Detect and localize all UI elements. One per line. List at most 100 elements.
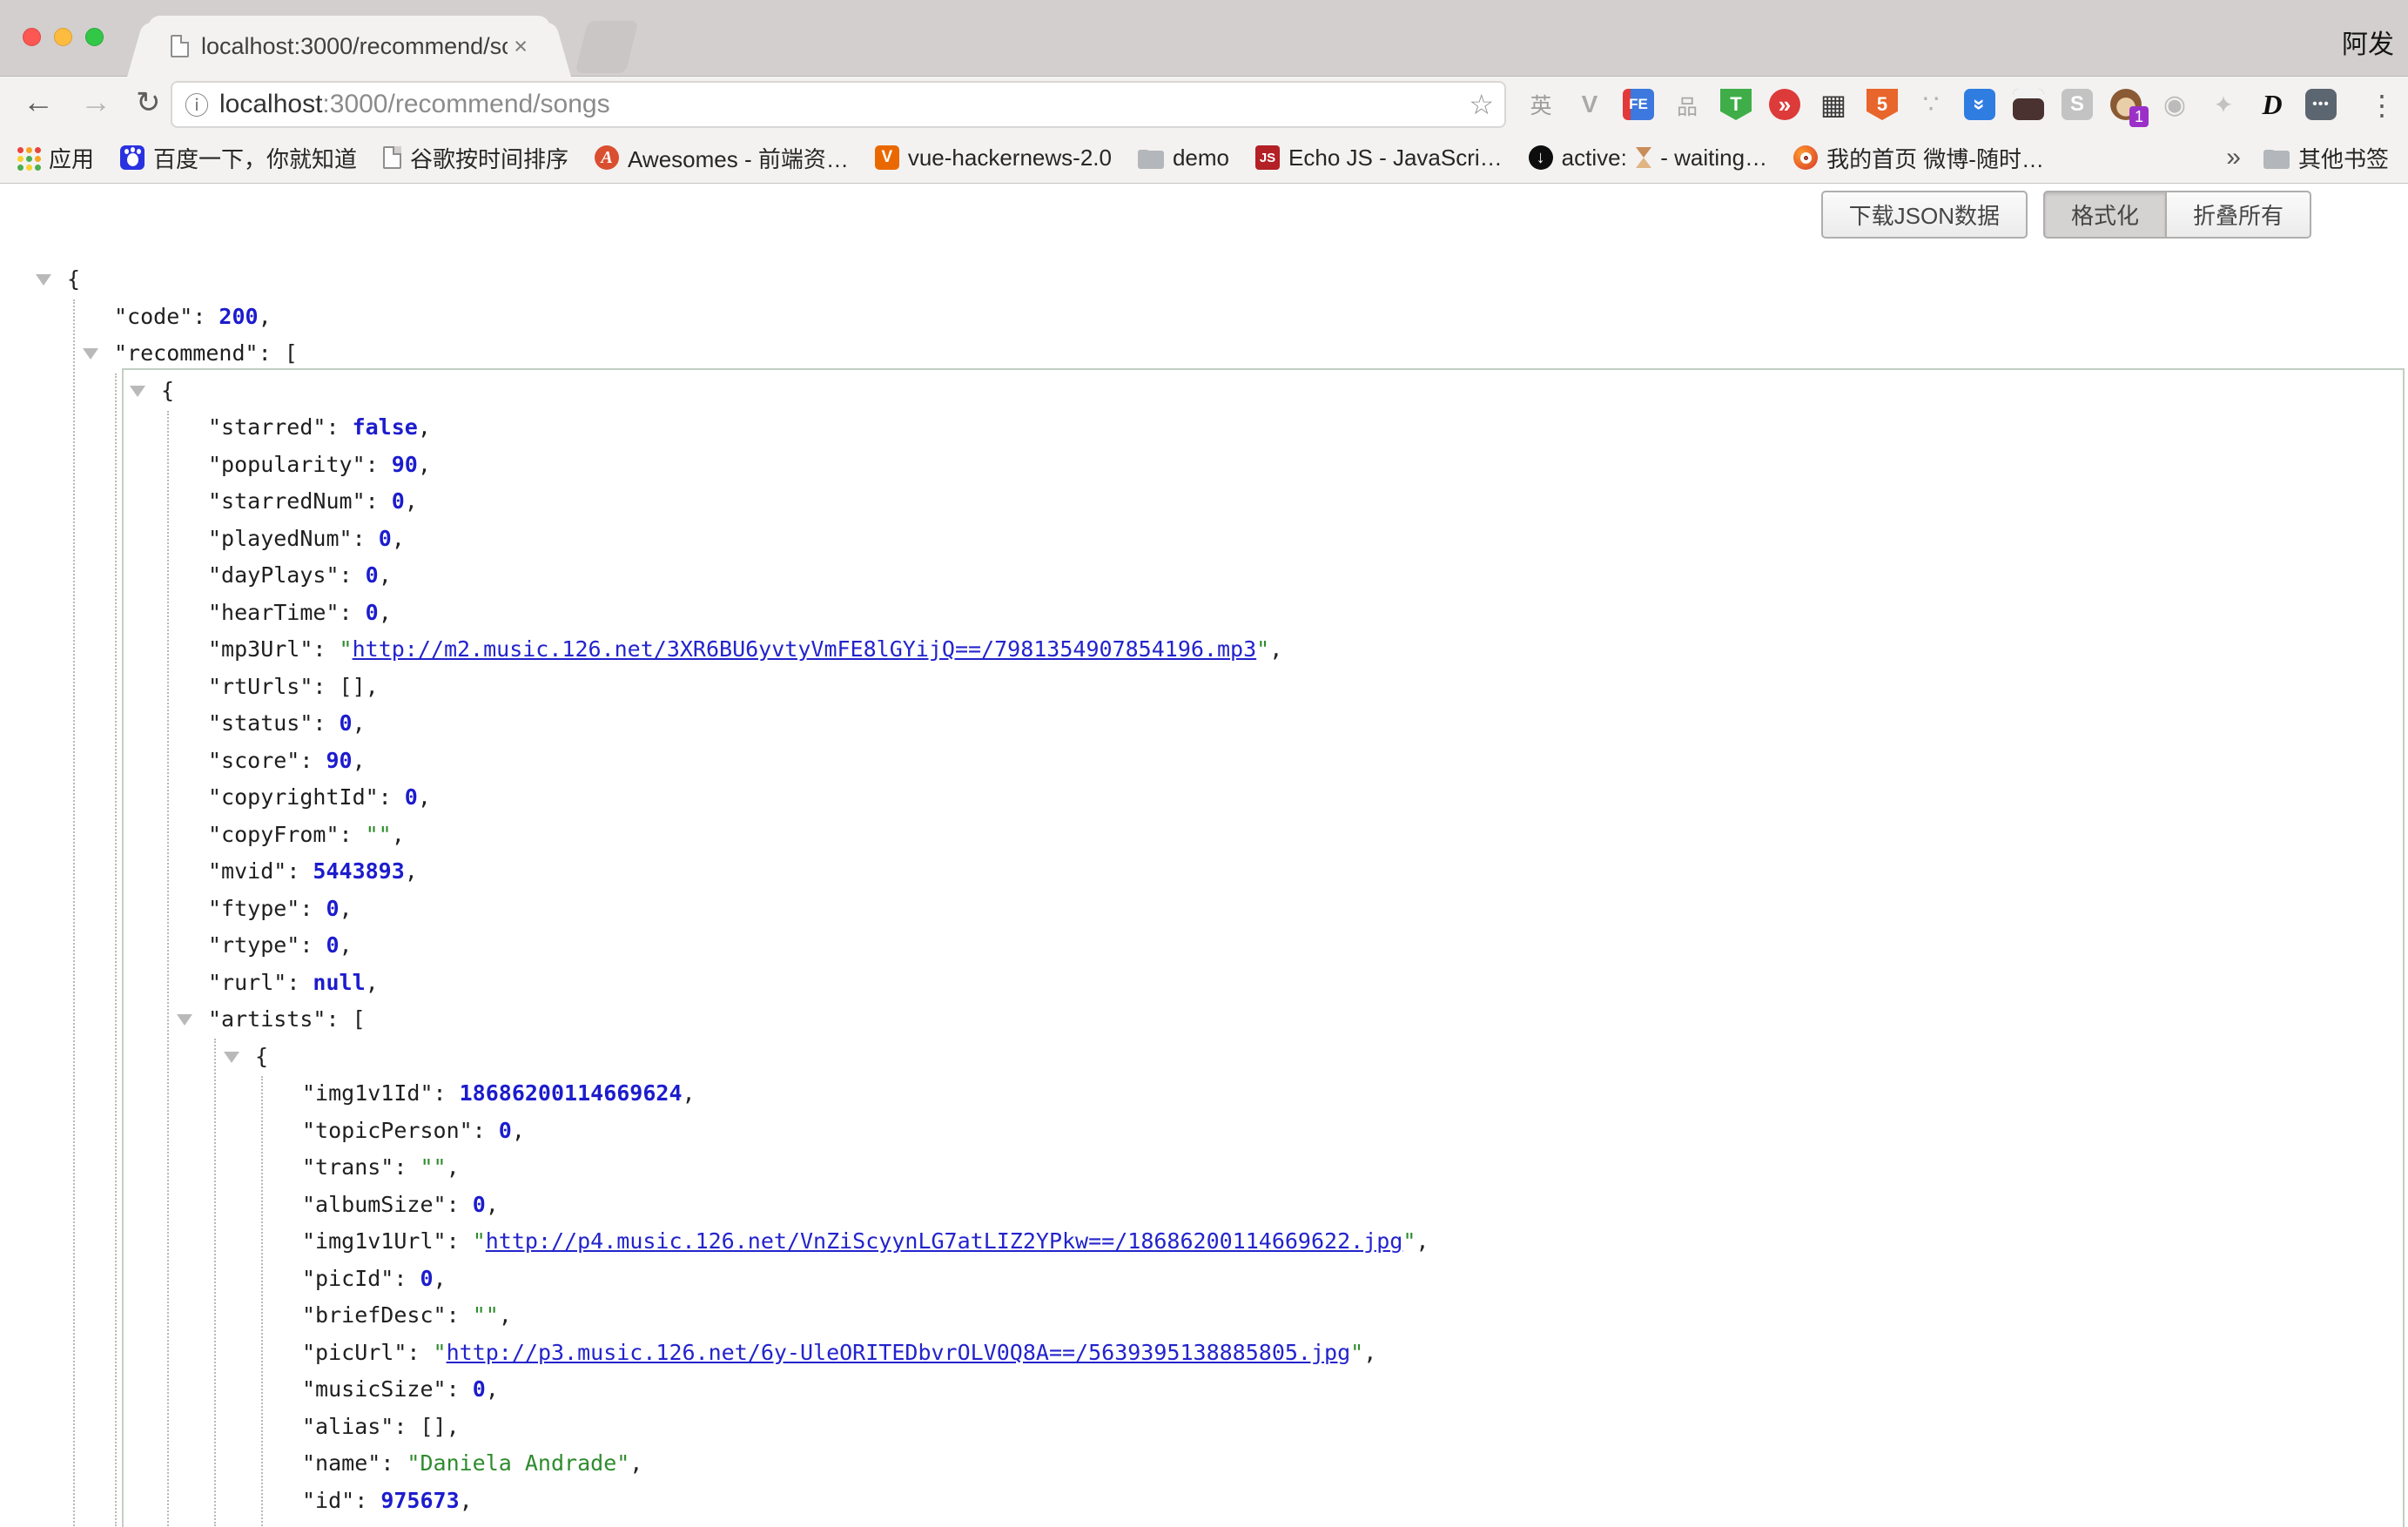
download-json-button[interactable]: 下载JSON数据 — [1821, 191, 2028, 239]
json-token: : — [393, 1154, 420, 1180]
collapse-toggle-icon[interactable] — [177, 1014, 192, 1026]
vue-extension-icon[interactable]: V — [1574, 89, 1605, 120]
js-icon: JS — [1255, 145, 1280, 170]
qrcode-extension-icon[interactable]: ▦ — [1818, 89, 1849, 120]
collapse-toggle-icon[interactable] — [224, 1052, 239, 1063]
vimium-extension-icon[interactable]: » — [1964, 89, 1995, 120]
html5-player-extension-icon[interactable]: 5 — [1867, 89, 1898, 120]
new-tab-button[interactable] — [575, 21, 639, 73]
json-line: "dayPlays": 0, — [0, 557, 2408, 595]
bookmark-apps[interactable]: 应用 — [16, 142, 94, 174]
json-token: : — [313, 636, 339, 662]
json-token: null — [313, 970, 365, 995]
json-token: " — [1256, 636, 1269, 662]
json-token: : — [407, 1340, 433, 1365]
collapse-toggle-icon[interactable] — [36, 274, 51, 286]
json-token: " — [1402, 1228, 1416, 1254]
bookmark-vue-hackernews[interactable]: Vvue-hackernews-2.0 — [875, 145, 1112, 172]
json-token: "" — [473, 1302, 499, 1328]
json-token: " — [340, 636, 353, 662]
json-token: : — [286, 970, 313, 995]
other-bookmarks-folder[interactable]: 其他书签 — [2263, 142, 2389, 174]
json-token: , — [392, 822, 405, 847]
json-token: , — [683, 1080, 696, 1106]
json-token: , — [512, 1118, 525, 1143]
json-line: "playedNum": 0, — [0, 521, 2408, 558]
json-token: : — [354, 1488, 380, 1513]
collapse-toggle-icon[interactable] — [130, 386, 145, 397]
json-line: "artists": [ — [0, 1001, 2408, 1039]
format-button[interactable]: 格式化 — [2043, 191, 2167, 239]
green-shield-extension-icon[interactable]: T — [1720, 89, 1752, 120]
json-token: "hearTime" — [208, 600, 340, 625]
bookmark-star-icon[interactable]: ☆ — [1469, 88, 1494, 121]
paw-extension-icon[interactable]: ∵ — [1915, 89, 1947, 120]
s-extension-icon[interactable]: S — [2062, 89, 2093, 120]
json-token: : — [353, 526, 379, 551]
json-token: , — [418, 414, 431, 440]
tab-close-icon[interactable]: × — [514, 35, 528, 58]
json-token: , — [1416, 1228, 1429, 1254]
collapse-all-button[interactable]: 折叠所有 — [2167, 191, 2311, 239]
json-token: 90 — [326, 748, 352, 773]
json-token: , — [460, 1488, 473, 1513]
hummingbird-extension-icon[interactable]: ✦ — [2208, 89, 2239, 120]
bookmarks-overflow-chevron[interactable]: » — [2226, 143, 2241, 172]
reload-icon[interactable]: ↻ — [136, 85, 161, 120]
json-link[interactable]: http://m2.music.126.net/3XR6BU6yvtyVmFE8… — [353, 636, 1257, 662]
window-close-button[interactable] — [23, 28, 41, 46]
onetab-extension-icon[interactable]: ••• — [2305, 89, 2337, 120]
address-bar[interactable]: ⓘ localhost:3000/recommend/songs ☆ — [171, 81, 1506, 128]
json-token: , — [418, 452, 431, 477]
json-token: "img1v1Id" — [302, 1080, 434, 1106]
url-path: :3000/recommend/songs — [322, 90, 609, 118]
proxy-mask-extension-icon[interactable] — [2013, 89, 2044, 120]
json-token: , — [340, 896, 353, 921]
baidu-icon — [120, 145, 145, 170]
profile-name[interactable]: 阿发 — [2342, 23, 2394, 61]
bookmark-weibo-home[interactable]: 我的首页 微博-随时… — [1793, 142, 2044, 174]
window-minimize-button[interactable] — [54, 28, 72, 46]
window-zoom-button[interactable] — [85, 28, 104, 46]
bookmark-google-time-sort[interactable]: 谷歌按时间排序 — [383, 142, 568, 174]
back-icon[interactable]: ← — [23, 84, 54, 120]
bookmark-echojs[interactable]: JSEcho JS - JavaScri… — [1255, 145, 1503, 172]
sitemap-extension-icon[interactable]: 品 — [1671, 89, 1703, 120]
weibo-eye-extension-icon[interactable]: ◉ — [2159, 89, 2190, 120]
video-speed-extension-icon[interactable]: » — [1769, 89, 1800, 120]
json-line: "code": 200, — [0, 299, 2408, 336]
bookmark-baidu[interactable]: 百度一下，你就知道 — [120, 142, 357, 174]
site-info-icon[interactable]: ⓘ — [185, 87, 209, 122]
json-token: "status" — [208, 710, 313, 736]
json-token: , — [486, 1192, 499, 1217]
bookmark-demo-folder[interactable]: demo — [1138, 145, 1229, 172]
json-token: "img1v1Url" — [302, 1228, 447, 1254]
json-token: 0 — [326, 896, 339, 921]
json-line: { — [0, 373, 2408, 410]
json-line: "trans": "", — [0, 1149, 2408, 1187]
bookmarks-bar: 应用百度一下，你就知道谷歌按时间排序 AAwesomes - 前端资… Vvue-h… — [0, 132, 2408, 184]
bookmark-awesomes[interactable]: AAwesomes - 前端资… — [595, 142, 849, 174]
json-link[interactable]: http://p3.music.126.net/6y-UleORITEDbvrO… — [447, 1340, 1351, 1365]
json-token: , — [434, 1266, 447, 1291]
json-token: : — [286, 858, 313, 884]
tampermonkey-extension-icon[interactable]: 1 — [2110, 89, 2142, 120]
browser-tab[interactable]: localhost:3000/recommend/so × — [148, 16, 550, 77]
d-letter-extension-icon[interactable]: D — [2257, 89, 2288, 120]
json-line: "score": 90, — [0, 743, 2408, 780]
browser-menu-icon[interactable]: ⋮ — [2368, 89, 2396, 122]
fe-glyph: FE — [1629, 96, 1648, 113]
json-token: 90 — [392, 452, 418, 477]
json-token: "mvid" — [208, 858, 286, 884]
json-token: 0 — [379, 526, 392, 551]
bookmark-active-waiting[interactable]: ↓active: - waiting… — [1529, 145, 1767, 172]
json-token: "picUrl" — [302, 1340, 407, 1365]
json-token: : — [340, 822, 366, 847]
json-link[interactable]: http://p4.music.126.net/VnZiScyynLG7atLI… — [486, 1228, 1403, 1254]
fehelper-extension-icon[interactable]: FE — [1623, 89, 1654, 120]
url-host: localhost — [219, 90, 322, 118]
translate-extension-icon[interactable]: 英 — [1525, 89, 1557, 120]
collapse-toggle-icon[interactable] — [83, 348, 98, 360]
json-token: [], — [420, 1414, 459, 1439]
toolbar-actions: 下载JSON数据 格式化 折叠所有 — [1821, 191, 2311, 239]
